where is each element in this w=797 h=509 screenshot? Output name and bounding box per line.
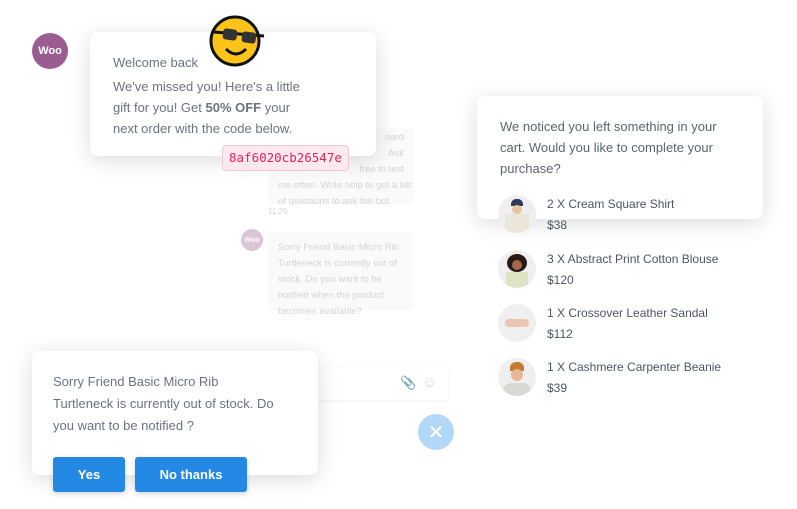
close-chat-button[interactable]: ✕	[418, 414, 454, 450]
bg-chat-input[interactable]: 📎 ☺	[300, 368, 448, 400]
sunglasses-emoji-icon	[209, 15, 265, 67]
item-name: 1 X Cashmere Carpenter Beanie	[547, 360, 722, 374]
stock-message: Sorry Friend Basic Micro Rib Turtleneck …	[53, 374, 274, 433]
product-image	[498, 250, 536, 288]
item-name: 2 X Cream Square Shirt	[547, 197, 675, 211]
product-image	[498, 304, 536, 342]
item-price: $38	[547, 218, 568, 232]
discount-text: 50% OFF	[205, 100, 262, 115]
bg-time: 11:29	[268, 207, 288, 216]
product-image	[498, 358, 536, 396]
item-price: $39	[547, 381, 568, 395]
bg-woo-avatar: Woo	[241, 229, 263, 251]
no-thanks-button[interactable]: No thanks	[135, 457, 247, 492]
yes-button[interactable]: Yes	[53, 457, 125, 492]
product-image	[498, 195, 536, 233]
smiley-icon[interactable]: ☺	[422, 374, 437, 391]
cart-message: We noticed you left something in your ca…	[500, 119, 717, 176]
welcome-message: We've missed you! Here's a little gift f…	[113, 76, 313, 139]
woo-avatar: Woo	[32, 33, 68, 69]
item-name: 3 X Abstract Print Cotton Blouse	[547, 252, 719, 266]
bg-text: me often. Write help to get a list	[278, 180, 412, 191]
bg-text: of questions to ask the bot.	[278, 196, 392, 207]
paperclip-icon[interactable]: 📎	[400, 375, 416, 391]
bg-chat-bubble-2: Sorry Friend Basic Micro Rib Turtleneck …	[268, 232, 413, 317]
item-name: 1 X Crossover Leather Sandal	[547, 306, 708, 320]
coupon-code[interactable]: 8af6020cb26547e	[222, 145, 349, 171]
item-price: $112	[547, 327, 573, 341]
item-price: $120	[547, 273, 574, 287]
